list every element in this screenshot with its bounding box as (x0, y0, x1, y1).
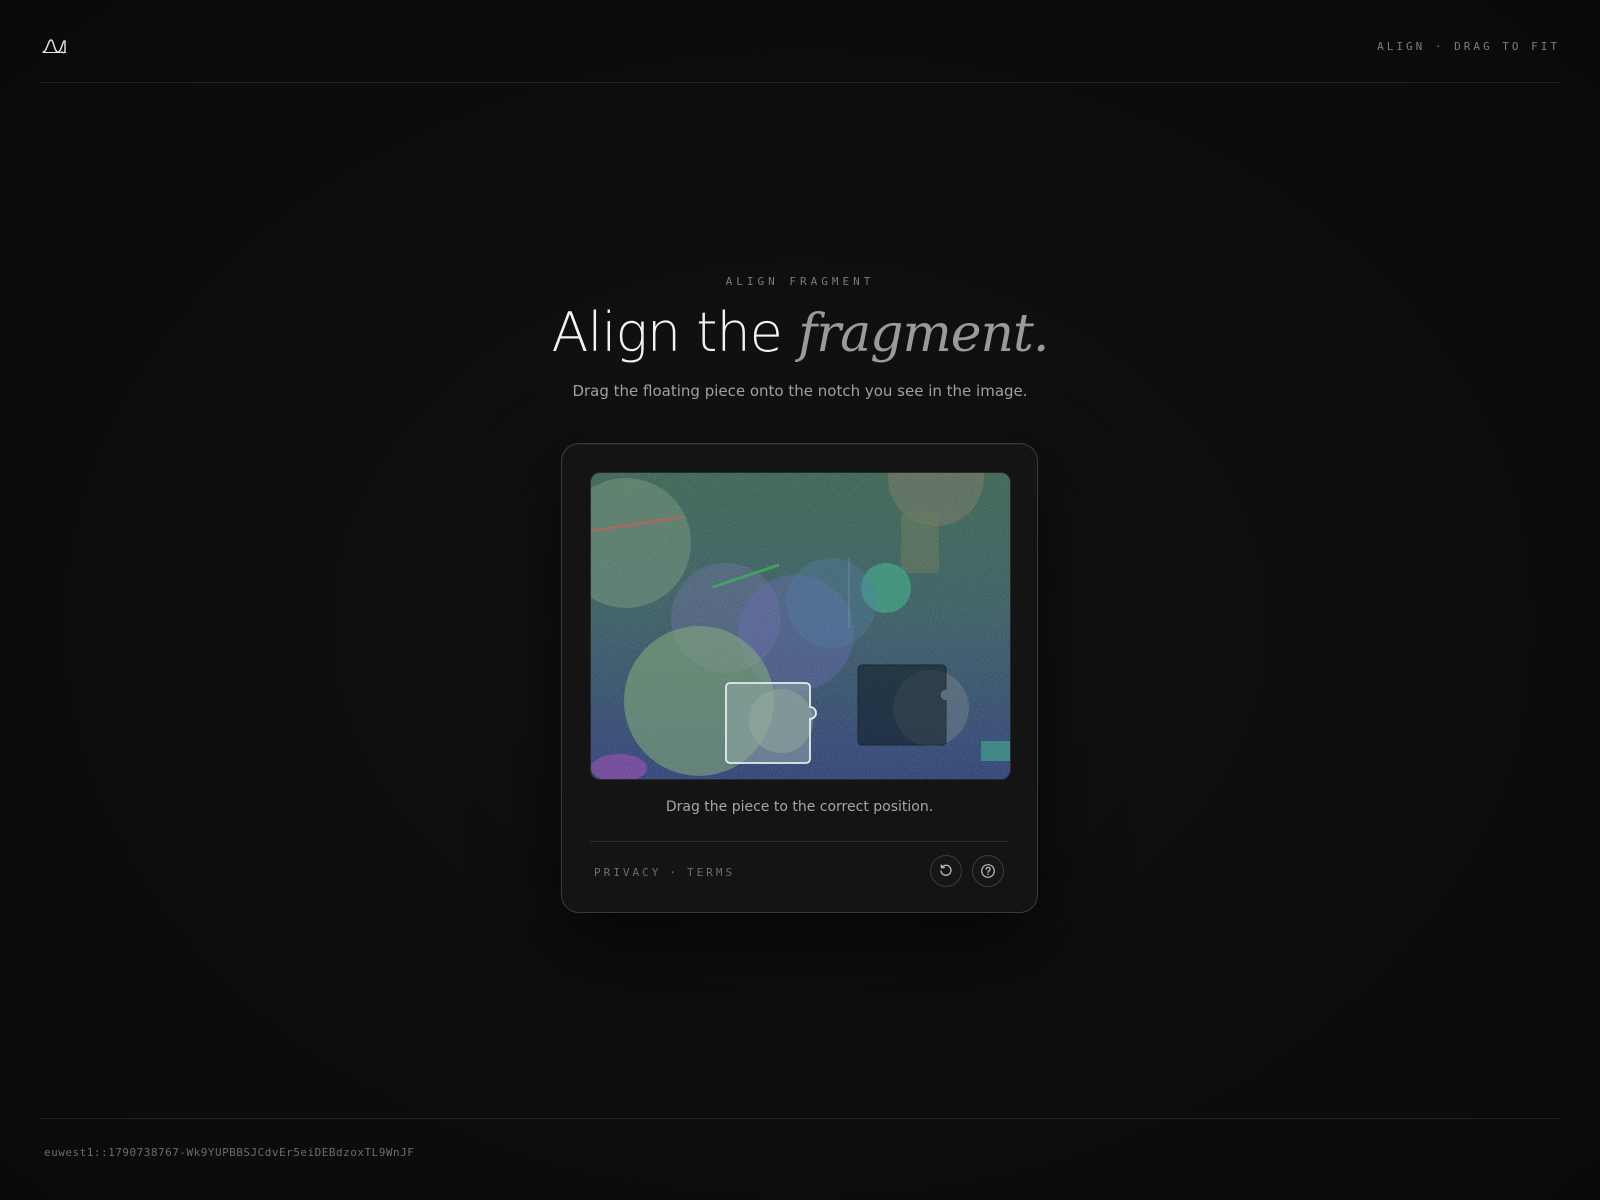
header-tagline: ALIGN · DRAG TO FIT (1377, 40, 1560, 53)
session-id: euwest1::1790738767-Wk9YUPBBSJCdvEr5eiDE… (44, 1146, 415, 1159)
puzzle-piece[interactable] (725, 682, 817, 764)
page-title: Align the fragment. (0, 300, 1600, 367)
privacy-link[interactable]: PRIVACY (594, 866, 661, 879)
captcha-page: ALIGN · DRAG TO FIT ALIGN FRAGMENT Align… (0, 0, 1600, 1200)
help-button[interactable] (972, 855, 1004, 887)
footer-divider (40, 1118, 1560, 1119)
title-emphasis: fragment. (798, 304, 1049, 364)
terms-link[interactable]: TERMS (687, 866, 735, 879)
wave-logo-icon (42, 39, 66, 54)
card-divider (590, 841, 1009, 842)
puzzle-image[interactable] (590, 472, 1011, 780)
puzzle-canvas[interactable] (591, 473, 1010, 779)
top-bar: ALIGN · DRAG TO FIT (40, 0, 1560, 83)
legal-links: PRIVACY · TERMS (594, 866, 735, 879)
target-notch (857, 664, 947, 746)
puzzle-piece-detail (749, 689, 813, 753)
help-icon (981, 864, 995, 878)
title-main: Align the (551, 301, 799, 364)
captcha-hint: Drag the piece to the correct position. (665, 799, 934, 815)
eyebrow-label: ALIGN FRAGMENT (725, 275, 875, 288)
refresh-button[interactable] (930, 855, 962, 887)
link-separator: · (669, 866, 679, 879)
page-subtitle: Drag the floating piece onto the notch y… (572, 382, 1028, 400)
refresh-icon (940, 864, 952, 876)
captcha-card: Drag the piece to the correct position. … (561, 443, 1038, 913)
